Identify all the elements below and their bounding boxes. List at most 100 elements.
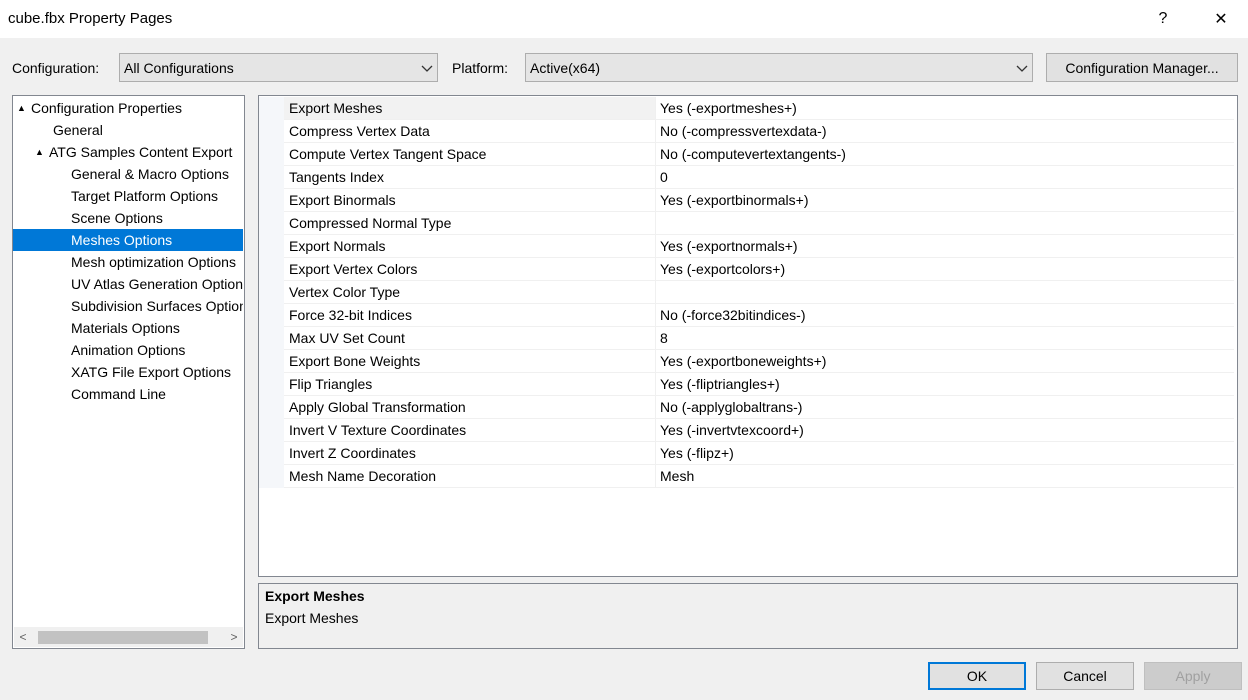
tree-item[interactable]: Command Line (13, 383, 243, 405)
tree-horizontal-scrollbar[interactable]: < > (14, 627, 243, 647)
property-name[interactable]: Force 32-bit Indices (284, 304, 656, 327)
property-row[interactable]: Export Vertex Colors Yes (-exportcolors+) (259, 258, 1237, 281)
property-row[interactable]: Tangents Index 0 (259, 166, 1237, 189)
property-value[interactable]: No (-computevertextangents-) (656, 143, 1234, 166)
tree-item-label: Materials Options (71, 320, 180, 336)
tree-item[interactable]: XATG File Export Options (13, 361, 243, 383)
row-gutter (259, 350, 284, 373)
close-button[interactable]: ✕ (1198, 0, 1244, 38)
property-value[interactable]: Yes (-exportbinormals+) (656, 189, 1234, 212)
property-name[interactable]: Compressed Normal Type (284, 212, 656, 235)
expand-triangle-icon[interactable]: ▲ (35, 147, 49, 157)
property-row[interactable]: Compress Vertex Data No (-compressvertexd… (259, 120, 1237, 143)
property-name[interactable]: Invert V Texture Coordinates (284, 419, 656, 442)
scrollbar-thumb[interactable] (38, 631, 208, 644)
tree-item-label: Scene Options (71, 210, 163, 226)
property-row[interactable]: Mesh Name Decoration Mesh (259, 465, 1237, 488)
property-row[interactable]: Vertex Color Type (259, 281, 1237, 304)
property-name[interactable]: Apply Global Transformation (284, 396, 656, 419)
chevron-down-icon (1012, 60, 1032, 76)
tree-item[interactable]: General & Macro Options (13, 163, 243, 185)
property-row[interactable]: Invert Z Coordinates Yes (-flipz+) (259, 442, 1237, 465)
tree-item[interactable]: General (13, 119, 243, 141)
property-value[interactable]: Yes (-exportcolors+) (656, 258, 1234, 281)
ok-button[interactable]: OK (928, 662, 1026, 690)
property-value[interactable]: Yes (-invertvtexcoord+) (656, 419, 1234, 442)
row-gutter (259, 166, 284, 189)
property-row[interactable]: Export Normals Yes (-exportnormals+) (259, 235, 1237, 258)
property-value[interactable]: No (-compressvertexdata-) (656, 120, 1234, 143)
tree-item[interactable]: Animation Options (13, 339, 243, 361)
row-gutter (259, 235, 284, 258)
property-value[interactable]: Mesh (656, 465, 1234, 488)
property-row[interactable]: Export Binormals Yes (-exportbinormals+) (259, 189, 1237, 212)
property-value[interactable]: 8 (656, 327, 1234, 350)
property-name[interactable]: Vertex Color Type (284, 281, 656, 304)
property-value[interactable] (656, 212, 1234, 235)
configuration-value: All Configurations (124, 59, 234, 76)
property-name[interactable]: Mesh Name Decoration (284, 465, 656, 488)
property-row[interactable]: Max UV Set Count 8 (259, 327, 1237, 350)
tree-item-label: Command Line (71, 386, 166, 402)
property-value[interactable]: 0 (656, 166, 1234, 189)
scroll-right-icon[interactable]: > (225, 627, 243, 647)
property-row[interactable]: Export Meshes Yes (-exportmeshes+) (259, 97, 1237, 120)
property-value[interactable] (656, 281, 1234, 304)
apply-button[interactable]: Apply (1144, 662, 1242, 690)
tree-item[interactable]: UV Atlas Generation Options (13, 273, 243, 295)
property-tree[interactable]: ▲ Configuration Properties General ▲ ATG Sam… (12, 95, 245, 649)
property-row[interactable]: Compute Vertex Tangent Space No (-compute… (259, 143, 1237, 166)
property-row[interactable]: Export Bone Weights Yes (-exportboneweigh… (259, 350, 1237, 373)
property-value[interactable]: Yes (-exportboneweights+) (656, 350, 1234, 373)
property-row[interactable]: Invert V Texture Coordinates Yes (-invert… (259, 419, 1237, 442)
platform-dropdown[interactable]: Active(x64) (525, 53, 1033, 82)
tree-item-label: UV Atlas Generation Options (71, 276, 243, 292)
tree-item[interactable]: Mesh optimization Options (13, 251, 243, 273)
tree-item-label: Subdivision Surfaces Options (71, 298, 243, 314)
scroll-left-icon[interactable]: < (14, 627, 32, 647)
tree-item-label: Configuration Properties (31, 100, 182, 116)
property-value[interactable]: No (-force32bitindices-) (656, 304, 1234, 327)
property-row[interactable]: Flip Triangles Yes (-fliptriangles+) (259, 373, 1237, 396)
row-gutter (259, 120, 284, 143)
property-grid[interactable]: Export Meshes Yes (-exportmeshes+) Compres… (258, 95, 1238, 577)
property-name[interactable]: Compress Vertex Data (284, 120, 656, 143)
property-name[interactable]: Export Binormals (284, 189, 656, 212)
property-value[interactable]: No (-applyglobaltrans-) (656, 396, 1234, 419)
tree-item[interactable]: Target Platform Options (13, 185, 243, 207)
row-gutter (259, 373, 284, 396)
property-name[interactable]: Compute Vertex Tangent Space (284, 143, 656, 166)
property-value[interactable]: Yes (-fliptriangles+) (656, 373, 1234, 396)
property-row[interactable]: Force 32-bit Indices No (-force32bitindic… (259, 304, 1237, 327)
row-gutter (259, 97, 284, 120)
property-name[interactable]: Flip Triangles (284, 373, 656, 396)
tree-item[interactable]: ▲ ATG Samples Content Export (13, 141, 243, 163)
tree-item[interactable]: ▲ Configuration Properties (13, 97, 243, 119)
tree-item[interactable]: Meshes Options (13, 229, 243, 251)
property-value[interactable]: Yes (-exportnormals+) (656, 235, 1234, 258)
property-name[interactable]: Export Meshes (284, 97, 656, 120)
property-value[interactable]: Yes (-flipz+) (656, 442, 1234, 465)
property-name[interactable]: Export Normals (284, 235, 656, 258)
property-value[interactable]: Yes (-exportmeshes+) (656, 97, 1234, 120)
configuration-manager-button[interactable]: Configuration Manager... (1046, 53, 1238, 82)
property-name[interactable]: Max UV Set Count (284, 327, 656, 350)
configuration-dropdown[interactable]: All Configurations (119, 53, 438, 82)
help-button[interactable]: ? (1140, 0, 1186, 38)
row-gutter (259, 465, 284, 488)
row-gutter (259, 281, 284, 304)
tree-item-label: XATG File Export Options (71, 364, 232, 380)
property-name[interactable]: Tangents Index (284, 166, 656, 189)
property-name[interactable]: Invert Z Coordinates (284, 442, 656, 465)
property-row[interactable]: Compressed Normal Type (259, 212, 1237, 235)
description-text: Export Meshes (265, 610, 359, 626)
tree-item[interactable]: Materials Options (13, 317, 243, 339)
row-gutter (259, 327, 284, 350)
tree-item[interactable]: Scene Options (13, 207, 243, 229)
expand-triangle-icon[interactable]: ▲ (17, 103, 31, 113)
cancel-button[interactable]: Cancel (1036, 662, 1134, 690)
property-name[interactable]: Export Bone Weights (284, 350, 656, 373)
property-row[interactable]: Apply Global Transformation No (-applyglo… (259, 396, 1237, 419)
tree-item[interactable]: Subdivision Surfaces Options (13, 295, 243, 317)
property-name[interactable]: Export Vertex Colors (284, 258, 656, 281)
